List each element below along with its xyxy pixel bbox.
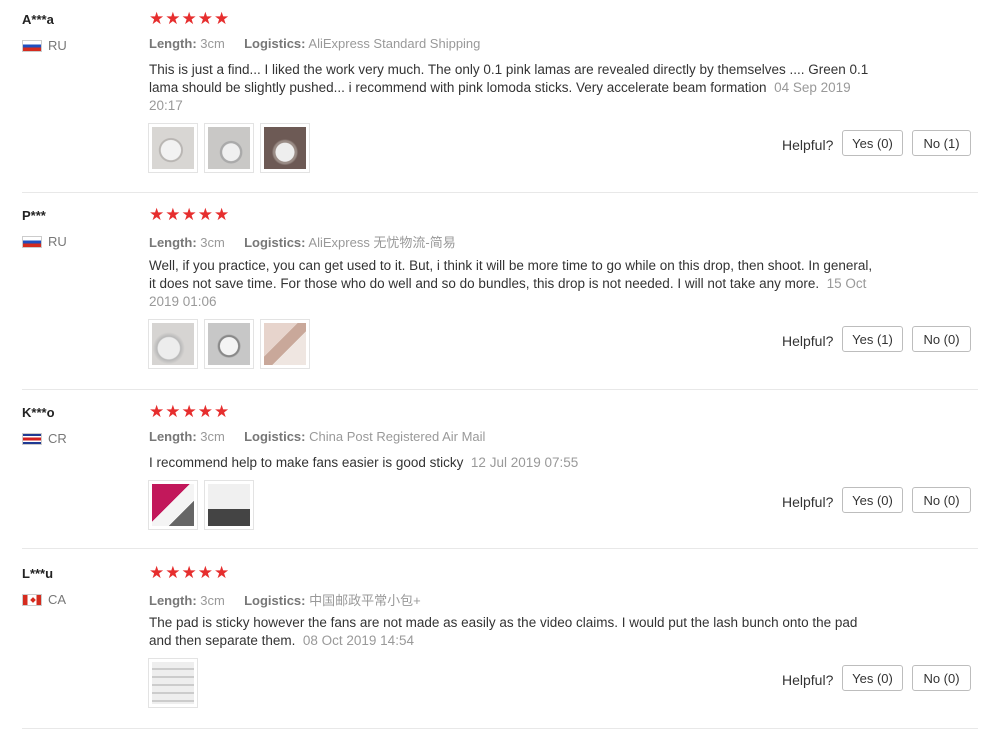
length-label: Length: xyxy=(149,235,197,250)
star-rating: ★★★★★ xyxy=(149,9,231,28)
logistics-label: Logistics: xyxy=(244,235,306,250)
helpful-yes-button[interactable]: Yes (0) xyxy=(842,665,903,691)
helpful-yes-button[interactable]: Yes (0) xyxy=(842,130,903,156)
review-body: This is just a find... I liked the work … xyxy=(149,62,869,95)
review-meta: Length: 3cm Logistics: AliExpress Standa… xyxy=(149,36,480,51)
review-text: I recommend help to make fans easier is … xyxy=(149,454,879,472)
russia-flag-icon xyxy=(22,39,42,52)
logistics-label: Logistics: xyxy=(244,593,306,608)
review-text: The pad is sticky however the fans are n… xyxy=(149,614,879,650)
reviewer-country: CA xyxy=(22,592,66,607)
review-divider xyxy=(22,192,978,193)
helpful-no-button[interactable]: No (0) xyxy=(912,326,971,352)
review-body: Well, if you practice, you can get used … xyxy=(149,258,873,291)
helpful-yes-button[interactable]: Yes (0) xyxy=(842,487,903,513)
helpful-label: Helpful? xyxy=(782,672,834,688)
helpful-label: Helpful? xyxy=(782,494,834,510)
length-label: Length: xyxy=(149,429,197,444)
length-value: 3cm xyxy=(200,593,225,608)
review-divider xyxy=(22,548,978,549)
review-photo-thumbnail[interactable] xyxy=(260,319,310,369)
length-value: 3cm xyxy=(200,36,225,51)
review-meta: Length: 3cm Logistics: China Post Regist… xyxy=(149,429,485,444)
review-photo-thumbnail[interactable] xyxy=(204,480,254,530)
reviewer-name: A***a xyxy=(22,12,54,27)
logistics-value: AliExpress 无忧物流-简易 xyxy=(308,235,456,250)
reviewer-country: RU xyxy=(22,234,67,249)
reviewer-country: RU xyxy=(22,38,67,53)
canada-flag-icon xyxy=(22,593,42,606)
review-photos xyxy=(148,480,254,530)
costa-rica-flag-icon xyxy=(22,432,42,445)
review-text: This is just a find... I liked the work … xyxy=(149,61,879,115)
reviewer-name: P*** xyxy=(22,208,46,223)
review-date: 08 Oct 2019 14:54 xyxy=(302,633,414,648)
star-rating: ★★★★★ xyxy=(149,563,231,582)
helpful-no-button[interactable]: No (0) xyxy=(912,665,971,691)
review-photo-thumbnail[interactable] xyxy=(148,480,198,530)
country-code: RU xyxy=(48,38,67,53)
review-photos xyxy=(148,658,198,708)
review-body: The pad is sticky however the fans are n… xyxy=(149,615,858,648)
review-body: I recommend help to make fans easier is … xyxy=(149,455,464,470)
country-code: CA xyxy=(48,592,67,607)
review-meta: Length: 3cm Logistics: AliExpress 无忧物流-简… xyxy=(149,232,456,251)
review-divider xyxy=(22,389,978,390)
length-value: 3cm xyxy=(200,429,225,444)
star-rating: ★★★★★ xyxy=(149,402,231,421)
logistics-value: AliExpress Standard Shipping xyxy=(308,36,481,51)
review-date: 12 Jul 2019 07:55 xyxy=(470,455,579,470)
review-photo-thumbnail[interactable] xyxy=(148,658,198,708)
helpful-no-button[interactable]: No (1) xyxy=(912,130,971,156)
review-meta: Length: 3cm Logistics: 中国邮政平常小包+ xyxy=(149,590,421,609)
helpful-label: Helpful? xyxy=(782,137,834,153)
logistics-value: 中国邮政平常小包+ xyxy=(309,593,421,608)
review-photos xyxy=(148,123,310,173)
star-rating: ★★★★★ xyxy=(149,205,231,224)
logistics-label: Logistics: xyxy=(244,36,306,51)
review-photos xyxy=(148,319,310,369)
helpful-yes-button[interactable]: Yes (1) xyxy=(842,326,903,352)
helpful-no-button[interactable]: No (0) xyxy=(912,487,971,513)
logistics-value: China Post Registered Air Mail xyxy=(309,429,486,444)
review-photo-thumbnail[interactable] xyxy=(204,319,254,369)
country-code: RU xyxy=(48,234,67,249)
review-photo-thumbnail[interactable] xyxy=(204,123,254,173)
review-photo-thumbnail[interactable] xyxy=(148,123,198,173)
reviewer-name: K***o xyxy=(22,405,55,420)
reviewer-country: CR xyxy=(22,431,67,446)
length-label: Length: xyxy=(149,593,197,608)
review-photo-thumbnail[interactable] xyxy=(148,319,198,369)
review-text: Well, if you practice, you can get used … xyxy=(149,257,879,311)
russia-flag-icon xyxy=(22,235,42,248)
logistics-label: Logistics: xyxy=(244,429,306,444)
helpful-label: Helpful? xyxy=(782,333,834,349)
reviewer-name: L***u xyxy=(22,566,54,581)
review-divider xyxy=(22,728,978,729)
length-label: Length: xyxy=(149,36,197,51)
review-photo-thumbnail[interactable] xyxy=(260,123,310,173)
country-code: CR xyxy=(48,431,67,446)
length-value: 3cm xyxy=(200,235,225,250)
